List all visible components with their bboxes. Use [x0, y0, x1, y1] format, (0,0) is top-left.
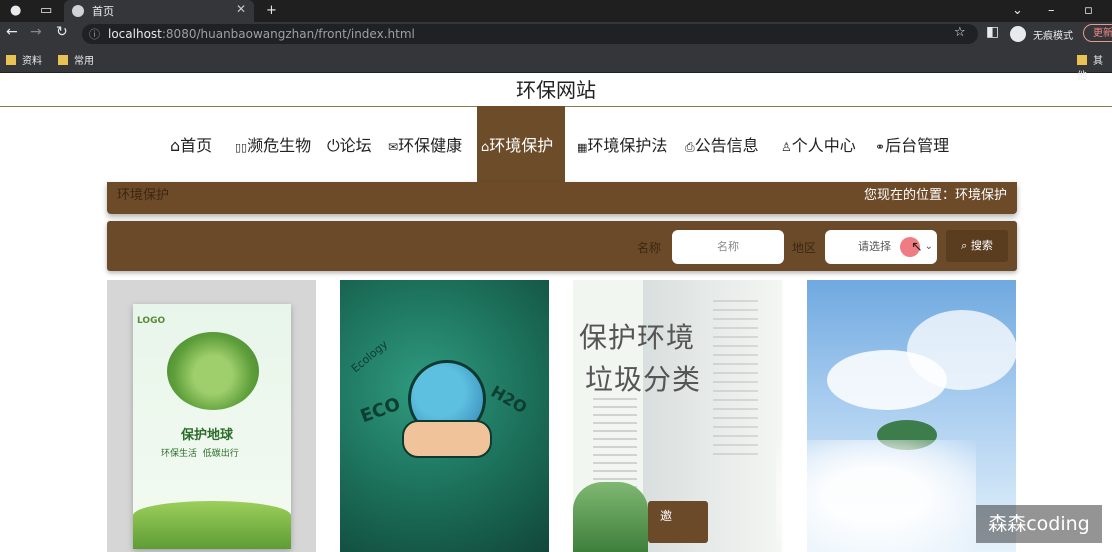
mail-icon: ✉ [388, 140, 399, 154]
creature-icon: ▯▯ [235, 141, 248, 154]
new-tab-icon[interactable]: + [266, 0, 277, 22]
search-bar: 名称 名称 地区 请选择 ⌄ ↖ ⌕ 搜索 [107, 221, 1017, 271]
nav-label: 论坛 [339, 136, 372, 155]
nav-item-endangered[interactable]: ▯▯濒危生物 [235, 106, 311, 186]
nav-label: 环保健康 [398, 136, 463, 155]
address-bar: ← → ↻ ⓘ localhost:8080/huanbaowangzhan/f… [0, 22, 1112, 46]
tab-overview-icon[interactable]: ▭ [40, 0, 52, 22]
url-field[interactable]: ⓘ localhost:8080/huanbaowangzhan/front/i… [82, 24, 978, 44]
poster-subline: 环保生活 低碳出行 [161, 449, 239, 459]
mouse-pointer-icon: ↖ [911, 239, 923, 255]
text-lines [713, 300, 758, 460]
forward-icon[interactable]: → [30, 24, 42, 40]
incognito-icon [1010, 26, 1026, 42]
search-button-label: 搜索 [970, 239, 993, 252]
folder-icon [58, 55, 68, 65]
main-nav: ⌂首页 ▯▯濒危生物 ⏻论坛 ✉环保健康 ⌂环境保护 ▦环境保护法 ⎙公告信息 … [0, 106, 1112, 186]
poster-headline: 保护地球 [181, 428, 234, 443]
nav-item-environment[interactable]: ⌂环境保护 [477, 106, 565, 186]
breadcrumb-location: 您现在的位置：环境保护 [863, 188, 1007, 203]
bookmark-label: 常用 [74, 56, 94, 67]
nav-item-admin[interactable]: ⚭后台管理 [875, 106, 949, 186]
favicon-icon [72, 5, 84, 17]
grid-icon: ▦ [577, 141, 588, 154]
site-title: 环保网站 [0, 75, 1112, 107]
back-icon[interactable]: ← [6, 24, 18, 40]
nav-label: 首页 [180, 136, 213, 155]
nav-item-forum[interactable]: ⏻论坛 [327, 106, 372, 186]
bookmark-folder-ziliao[interactable]: 资料 [6, 52, 42, 67]
bookmark-star-icon[interactable]: ☆ [954, 25, 966, 40]
search-icon: ⌕ [961, 239, 968, 252]
chevron-down-icon: ⌄ [924, 241, 933, 252]
hand-icon [402, 420, 492, 458]
bookmark-label: 资料 [22, 56, 42, 67]
hills-shape [133, 501, 291, 549]
poster-logo: LOGO [137, 316, 166, 326]
sidepanel-icon[interactable]: ◧ [986, 24, 999, 40]
tab-search-icon[interactable]: ⌄ [1012, 0, 1023, 22]
tab-title: 首页 [92, 5, 114, 18]
browser-tab[interactable]: 首页 ✕ [64, 0, 254, 22]
restore-icon[interactable]: ▫ [1084, 0, 1093, 22]
folder-icon [6, 55, 16, 65]
browser-tabbar: ● ▭ 首页 ✕ + ⌄ – ▫ [0, 0, 1112, 22]
user-icon: ♙ [781, 140, 792, 154]
name-input[interactable]: 名称 [672, 230, 784, 264]
nav-label: 后台管理 [885, 136, 950, 155]
nav-label: 环境保护 [489, 136, 554, 155]
card-poster-earth[interactable]: LOGO 保护地球 环保生活 低碳出行 [107, 280, 316, 552]
nav-item-notice[interactable]: ⎙公告信息 [685, 106, 759, 186]
card-eco-globe[interactable]: ECO Ecology H2O [340, 280, 549, 552]
update-button[interactable]: 更新 [1083, 24, 1112, 42]
nav-label: 公告信息 [694, 136, 759, 155]
region-select-value: 请选择 [858, 240, 891, 253]
home-icon: ⌂ [170, 136, 181, 155]
nav-item-profile[interactable]: ♙个人中心 [781, 106, 856, 186]
folder-icon [1077, 55, 1087, 65]
nav-item-law[interactable]: ▦环境保护法 [577, 106, 667, 186]
printer-icon: ⎙ [685, 140, 695, 154]
region-select[interactable]: 请选择 ⌄ ↖ [825, 230, 937, 264]
link-icon: ⚭ [875, 140, 886, 154]
nav-label: 濒危生物 [247, 136, 312, 155]
incognito-label: 无痕模式 [1033, 31, 1073, 42]
card-title-line2: 垃圾分类 [585, 363, 702, 396]
bookmarks-bar: 资料 常用 其他 [0, 46, 1112, 82]
nav-item-health[interactable]: ✉环保健康 [388, 106, 462, 186]
search-button[interactable]: ⌕ 搜索 [946, 230, 1008, 262]
power-icon: ⏻ [327, 136, 340, 155]
overlay-fade [776, 440, 976, 552]
url-path: :8080/huanbaowangzhan/front/index.html [161, 27, 415, 41]
tree-shape [573, 482, 648, 552]
reload-icon[interactable]: ↻ [56, 24, 68, 40]
breadcrumb: 环境保护 您现在的位置：环境保护 [107, 182, 1017, 214]
region-label: 地区 [792, 241, 817, 255]
breadcrumb-section: 环境保护 [117, 188, 170, 203]
bookmark-folder-changyong[interactable]: 常用 [58, 52, 94, 67]
card-title-line1: 保护环境 [579, 321, 696, 354]
url-host: localhost [108, 27, 162, 41]
nav-label: 个人中心 [791, 136, 856, 155]
info-icon[interactable]: ⓘ [89, 26, 100, 42]
watermark: 森森coding [976, 505, 1102, 543]
name-label: 名称 [637, 241, 662, 255]
nav-label: 环境保护法 [587, 136, 668, 155]
minimize-icon[interactable]: – [1048, 0, 1055, 22]
close-tab-icon[interactable]: ✕ [236, 2, 246, 16]
nav-item-home[interactable]: ⌂首页 [170, 106, 212, 186]
browser-icon[interactable]: ● [10, 0, 21, 22]
float-action-button[interactable]: 邀 [648, 501, 708, 543]
tree-globe-icon [167, 332, 259, 410]
poster-image: LOGO 保护地球 环保生活 低碳出行 [133, 304, 291, 549]
cloud-shape [907, 310, 1016, 390]
text-lines [593, 398, 637, 488]
